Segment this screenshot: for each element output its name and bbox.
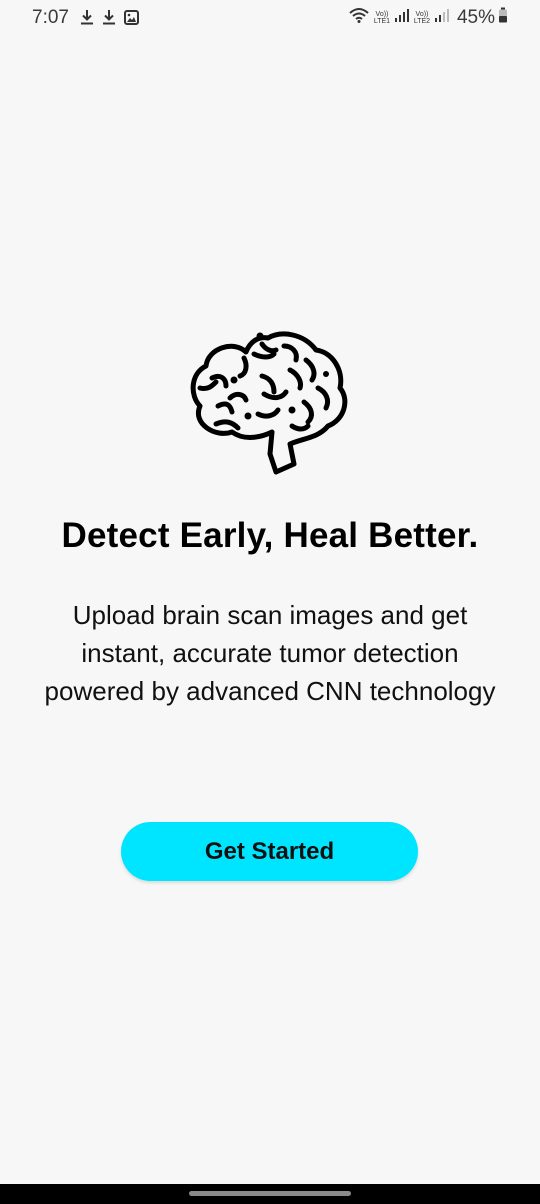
get-started-button[interactable]: Get Started	[121, 822, 418, 881]
headline: Detect Early, Heal Better.	[61, 516, 479, 555]
onboarding-screen: Detect Early, Heal Better. Upload brain …	[0, 0, 540, 1204]
description-text: Upload brain scan images and get instant…	[44, 600, 496, 706]
navigation-bar	[0, 1184, 540, 1204]
brain-icon	[186, 330, 354, 480]
home-indicator[interactable]	[189, 1191, 351, 1196]
